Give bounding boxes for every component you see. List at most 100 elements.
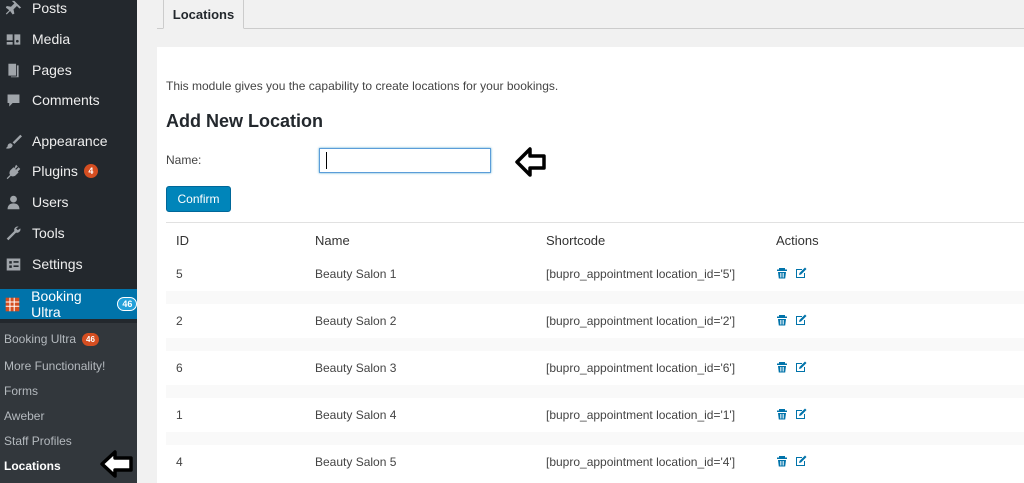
row-separator xyxy=(166,385,1024,398)
submenu-item-staff-profiles[interactable]: Staff Profiles xyxy=(4,434,72,448)
cell-id: 2 xyxy=(176,314,183,328)
table-row: 2 Beauty Salon 2 [bupro_appointment loca… xyxy=(166,304,1024,338)
edit-icon[interactable] xyxy=(795,361,807,373)
admin-sidebar: Posts Media Pages Comments Appearance Pl… xyxy=(0,0,145,483)
location-name-input[interactable] xyxy=(319,148,491,173)
menu-item-label: Settings xyxy=(32,256,83,272)
table-row: 6 Beauty Salon 3 [bupro_appointment loca… xyxy=(166,351,1024,385)
menu-item-settings[interactable]: Settings xyxy=(0,249,137,279)
booking-ultra-submenu: Booking Ultra 46 More Functionality! For… xyxy=(0,323,137,483)
submenu-item-more-functionality[interactable]: More Functionality! xyxy=(4,359,105,373)
cell-name: Beauty Salon 4 xyxy=(315,408,397,422)
submenu-label: Aweber xyxy=(4,409,45,423)
tab-bar: Locations xyxy=(157,0,1024,29)
comments-icon xyxy=(3,90,23,110)
cell-name: Beauty Salon 2 xyxy=(315,314,397,328)
calendar-grid-icon xyxy=(3,294,22,314)
row-actions xyxy=(776,408,807,420)
menu-item-label: Tools xyxy=(32,225,65,241)
cell-shortcode: [bupro_appointment location_id='1'] xyxy=(546,408,736,422)
menu-item-label: Booking Ultra xyxy=(31,288,82,320)
table-row: 1 Beauty Salon 4 [bupro_appointment loca… xyxy=(166,398,1024,432)
edit-icon[interactable] xyxy=(795,408,807,420)
col-header-actions: Actions xyxy=(776,233,819,248)
row-separator xyxy=(166,291,1024,304)
row-separator xyxy=(166,338,1024,351)
cell-name: Beauty Salon 1 xyxy=(315,267,397,281)
row-actions xyxy=(776,267,807,279)
submenu-label: Staff Profiles xyxy=(4,434,72,448)
cell-shortcode: [bupro_appointment location_id='6'] xyxy=(546,361,736,375)
left-arrow-pointer-icon xyxy=(515,147,546,177)
menu-item-appearance[interactable]: Appearance xyxy=(0,126,137,156)
active-menu-arrow xyxy=(137,296,145,312)
locations-panel: This module gives you the capability to … xyxy=(157,47,1024,483)
trash-icon[interactable] xyxy=(776,267,788,279)
submenu-item-forms[interactable]: Forms xyxy=(4,384,38,398)
row-actions xyxy=(776,361,807,373)
cell-id: 6 xyxy=(176,361,183,375)
row-actions xyxy=(776,455,807,467)
cell-shortcode: [bupro_appointment location_id='4'] xyxy=(546,455,736,469)
submenu-item-locations[interactable]: Locations xyxy=(4,459,61,473)
col-header-id: ID xyxy=(176,233,189,248)
menu-item-label: Comments xyxy=(32,92,100,108)
trash-icon[interactable] xyxy=(776,361,788,373)
menu-item-comments[interactable]: Comments xyxy=(0,85,137,115)
paintbrush-icon xyxy=(3,131,23,151)
cell-id: 5 xyxy=(176,267,183,281)
submenu-label: Forms xyxy=(4,384,38,398)
add-location-heading: Add New Location xyxy=(166,111,323,131)
text-caret xyxy=(326,152,327,169)
menu-item-label: Media xyxy=(32,31,71,47)
submenu-item-aweber[interactable]: Aweber xyxy=(4,409,44,423)
cell-id: 1 xyxy=(176,408,183,422)
cell-shortcode: [bupro_appointment location_id='5'] xyxy=(546,267,736,281)
col-header-shortcode: Shortcode xyxy=(546,233,606,248)
menu-item-label: Plugins xyxy=(32,163,78,179)
cell-name: Beauty Salon 5 xyxy=(315,455,397,469)
submenu-label: Booking Ultra xyxy=(4,332,77,346)
menu-item-media[interactable]: Media xyxy=(0,24,137,54)
menu-item-label: Appearance xyxy=(32,133,108,149)
locations-table: ID Name Shortcode Actions 5 Beauty Salon… xyxy=(166,222,1024,479)
cell-shortcode: [bupro_appointment location_id='2'] xyxy=(546,314,736,328)
trash-icon[interactable] xyxy=(776,314,788,326)
booking-ultra-count: 46 xyxy=(117,297,137,311)
submenu-booking-count: 46 xyxy=(82,332,99,346)
name-label: Name: xyxy=(166,153,202,167)
wrench-icon xyxy=(3,223,23,243)
users-icon xyxy=(3,192,23,212)
table-row: 5 Beauty Salon 1 [bupro_appointment loca… xyxy=(166,257,1024,291)
media-icon xyxy=(3,29,23,49)
tab-locations[interactable]: Locations xyxy=(163,0,244,29)
menu-item-posts[interactable]: Posts xyxy=(0,0,137,23)
edit-icon[interactable] xyxy=(795,267,807,279)
submenu-label: Locations xyxy=(4,459,61,473)
plugins-update-count: 4 xyxy=(83,164,98,178)
menu-item-label: Users xyxy=(32,194,69,210)
cell-name: Beauty Salon 3 xyxy=(315,361,397,375)
cell-id: 4 xyxy=(176,455,183,469)
plugins-icon xyxy=(3,161,23,181)
submenu-item-booking-ultra[interactable]: Booking Ultra 46 xyxy=(4,332,99,346)
menu-item-tools[interactable]: Tools xyxy=(0,218,137,248)
menu-item-label: Posts xyxy=(32,0,68,16)
left-arrow-pointer-icon xyxy=(100,450,133,478)
trash-icon[interactable] xyxy=(776,408,788,420)
menu-item-plugins[interactable]: Plugins 4 xyxy=(0,156,137,186)
pages-icon xyxy=(3,60,23,80)
submenu-label: More Functionality! xyxy=(4,359,106,373)
menu-item-booking-ultra[interactable]: Booking Ultra 46 xyxy=(0,288,145,320)
menu-item-users[interactable]: Users xyxy=(0,187,137,217)
edit-icon[interactable] xyxy=(795,455,807,467)
settings-icon xyxy=(3,254,23,274)
confirm-button[interactable]: Confirm xyxy=(166,186,231,212)
table-header: ID Name Shortcode Actions xyxy=(166,222,1024,258)
table-row: 4 Beauty Salon 5 [bupro_appointment loca… xyxy=(166,445,1024,479)
edit-icon[interactable] xyxy=(795,314,807,326)
row-actions xyxy=(776,314,807,326)
menu-item-pages[interactable]: Pages xyxy=(0,55,137,85)
col-header-name: Name xyxy=(315,233,350,248)
trash-icon[interactable] xyxy=(776,455,788,467)
